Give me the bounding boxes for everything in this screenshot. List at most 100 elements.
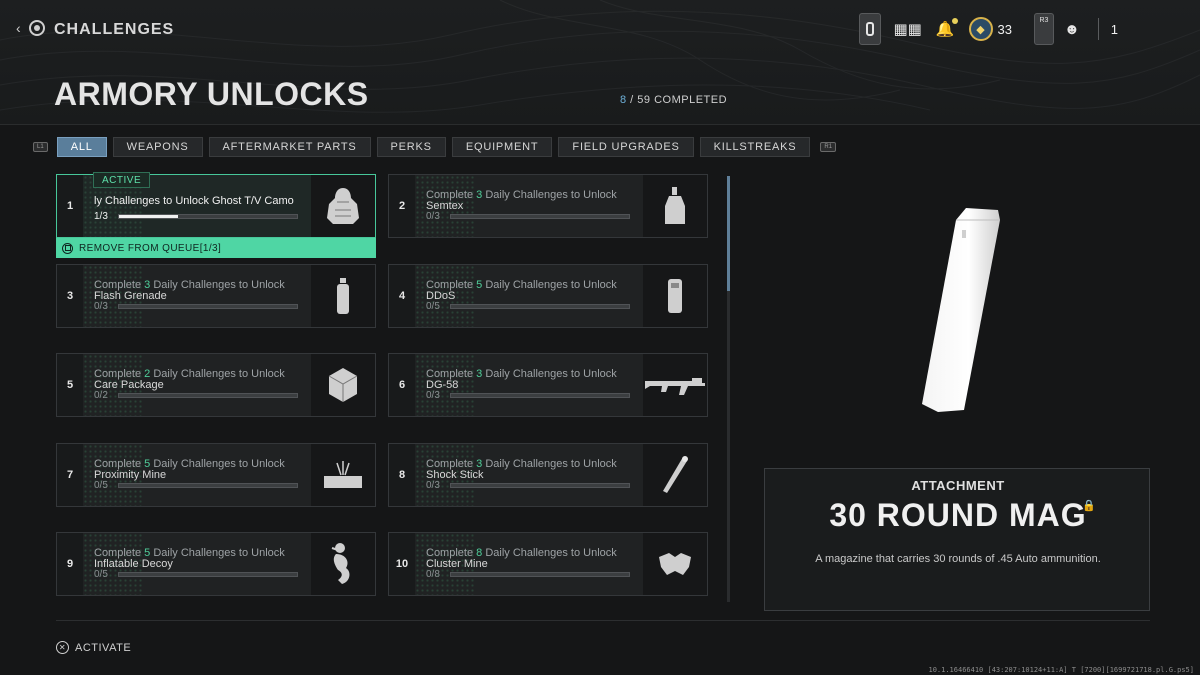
challenge-card[interactable]: 9 Complete 5 Daily Challenges to Unlock … xyxy=(56,532,376,596)
cluster-mine-icon xyxy=(643,533,707,595)
page-title: ARMORY UNLOCKS xyxy=(54,76,369,112)
activate-button[interactable]: ✕ ACTIVATE xyxy=(56,641,131,654)
left-bumper-hint: L1 xyxy=(33,142,48,152)
progress-bar xyxy=(450,393,630,398)
hud-divider xyxy=(1097,18,1099,40)
activate-label: ACTIVATE xyxy=(75,641,132,654)
r3-button[interactable]: R3 xyxy=(1033,13,1054,45)
progress-bar xyxy=(118,214,298,219)
cross-button-icon: ✕ xyxy=(56,641,69,654)
lock-icon: 🔒 xyxy=(1082,500,1096,512)
progress-text: 0/5 xyxy=(94,569,108,580)
challenge-description: Complete 3 Daily Challenges to Unlock Se… xyxy=(426,190,644,212)
challenge-progress: 0/5 xyxy=(94,569,298,580)
currency-icon: ◆ xyxy=(968,17,993,41)
chevron-left-icon: ‹ xyxy=(16,20,21,36)
challenge-card[interactable]: 4 Complete 5 Daily Challenges to Unlock … xyxy=(388,264,708,328)
challenge-description: Complete 8 Daily Challenges to Unlock Cl… xyxy=(426,548,644,570)
challenge-card[interactable]: 7 Complete 5 Daily Challenges to Unlock … xyxy=(56,443,376,507)
top-bar: ‹ CHALLENGES ▦▦ 🔔 ◆ 33 R3 ☻ 1 xyxy=(0,0,1200,60)
progress-bar xyxy=(118,572,298,577)
remove-from-queue-button[interactable]: REMOVE FROM QUEUE[1/3] xyxy=(56,238,376,258)
care-package-icon xyxy=(311,354,375,416)
challenge-mid: Daily Challenges to Unlock xyxy=(150,279,285,291)
challenge-description: Complete 3 Daily Challenges to Unlock Sh… xyxy=(426,459,644,481)
tab-all[interactable]: ALL xyxy=(56,137,107,157)
challenge-index: 2 xyxy=(389,175,415,237)
challenge-progress: 0/3 xyxy=(426,390,630,401)
tab-field-upgrades[interactable]: FIELD UPGRADES xyxy=(558,137,694,157)
challenge-index: 9 xyxy=(57,533,83,595)
challenge-mid: Daily Challenges to Unlock xyxy=(482,458,617,470)
scrollbar-thumb[interactable] xyxy=(727,176,730,291)
challenge-card[interactable]: 3 Complete 3 Daily Challenges to Unlock … xyxy=(56,264,376,328)
progress-bar xyxy=(450,214,630,219)
hud-bar: ▦▦ 🔔 ◆ 33 R3 ☻ 1 xyxy=(859,12,1200,46)
challenge-card[interactable]: 1 ACTIVE ly Challenges to Unlock Ghost T… xyxy=(56,172,376,238)
currency-count: 33 xyxy=(997,21,1012,37)
active-badge: ACTIVE xyxy=(93,172,151,188)
challenge-card[interactable]: 6 Complete 3 Daily Challenges to Unlock … xyxy=(388,353,708,417)
challenge-card[interactable]: 8 Complete 3 Daily Challenges to Unlock … xyxy=(388,443,708,507)
challenge-mid: Daily Challenges to Unlock xyxy=(150,368,285,380)
progress-bar xyxy=(450,572,630,577)
challenge-index: 4 xyxy=(389,265,415,327)
challenge-index: 8 xyxy=(389,444,415,506)
progress-text: 0/5 xyxy=(426,301,440,312)
challenge-index: 6 xyxy=(389,354,415,416)
challenge-card[interactable]: 10 Complete 8 Daily Challenges to Unlock… xyxy=(388,532,708,596)
challenge-text: ly Challenges to Unlock Ghost T/V Camo xyxy=(94,195,294,207)
progress-text: 0/8 xyxy=(426,569,440,580)
challenge-card[interactable]: 5 Complete 2 Daily Challenges to Unlock … xyxy=(56,353,376,417)
grid-menu-icon[interactable]: ▦▦ xyxy=(893,20,921,38)
challenge-description: Complete 3 Daily Challenges to Unlock Fl… xyxy=(94,280,312,302)
back-button[interactable]: ‹ xyxy=(16,20,45,36)
tab-aftermarket-parts[interactable]: AFTERMARKET PARTS xyxy=(208,137,371,157)
progress-fill xyxy=(119,215,179,218)
challenge-index: 3 xyxy=(57,265,83,327)
magazine-preview-image xyxy=(890,190,1030,430)
right-bumper-hint: R1 xyxy=(820,142,837,152)
category-tabs: L1 ALL WEAPONS AFTERMARKET PARTS PERKS E… xyxy=(33,137,837,157)
challenge-mid: Daily Challenges to Unlock xyxy=(482,368,617,380)
tab-weapons[interactable]: WEAPONS xyxy=(112,137,203,157)
progress-bar xyxy=(450,483,630,488)
progress-text: 1/3 xyxy=(94,211,108,222)
challenge-progress: 0/3 xyxy=(94,301,298,312)
challenge-progress: 0/3 xyxy=(426,480,630,491)
progress-bar xyxy=(118,393,298,398)
progress-text: 0/3 xyxy=(426,390,440,401)
flash-grenade-icon xyxy=(311,265,375,327)
tab-perks[interactable]: PERKS xyxy=(376,137,446,157)
challenge-index: 5 xyxy=(57,354,83,416)
challenge-mid: Daily Challenges to Unlock xyxy=(150,458,285,470)
completed-count: 8 xyxy=(620,94,627,106)
controller-icon[interactable] xyxy=(859,13,882,45)
challenge-card[interactable]: 2 Complete 3 Daily Challenges to Unlock … xyxy=(388,174,708,238)
tab-killstreaks[interactable]: KILLSTREAKS xyxy=(699,137,811,157)
challenge-description: Complete 5 Daily Challenges to Unlock DD… xyxy=(426,280,644,302)
item-category: ATTACHMENT xyxy=(911,478,1005,493)
tab-equipment[interactable]: EQUIPMENT xyxy=(451,137,553,157)
square-button-icon xyxy=(62,242,73,254)
challenge-mid: Daily Challenges to Unlock xyxy=(482,547,617,559)
item-detail-panel: ATTACHMENT 30 ROUND MAG 🔒 A magazine tha… xyxy=(764,468,1150,611)
notification-dot xyxy=(951,18,958,24)
progress-text: 0/5 xyxy=(94,480,108,491)
party-icon[interactable]: ☻ xyxy=(1064,21,1080,38)
challenge-description: Complete 5 Daily Challenges to Unlock Pr… xyxy=(94,459,312,481)
challenge-mid: Daily Challenges to Unlock xyxy=(482,189,617,201)
challenge-progress: 0/5 xyxy=(94,480,298,491)
progress-bar xyxy=(118,304,298,309)
progress-text: 0/3 xyxy=(426,480,440,491)
progress-bar xyxy=(450,304,630,309)
challenge-index: 10 xyxy=(389,533,415,595)
build-info: 10.1.16466410 [43:207:10124+11:A] T [720… xyxy=(928,666,1194,674)
notification-bell-icon[interactable]: 🔔 xyxy=(936,18,958,38)
semtex-icon xyxy=(643,175,707,237)
challenge-description: Complete 5 Daily Challenges to Unlock In… xyxy=(94,548,312,570)
challenge-mid: Daily Challenges to Unlock xyxy=(482,279,617,291)
remove-queue-label: REMOVE FROM QUEUE[1/3] xyxy=(79,242,222,254)
challenge-progress: 0/5 xyxy=(426,301,630,312)
item-description: A magazine that carries 30 rounds of .45… xyxy=(815,553,1101,565)
